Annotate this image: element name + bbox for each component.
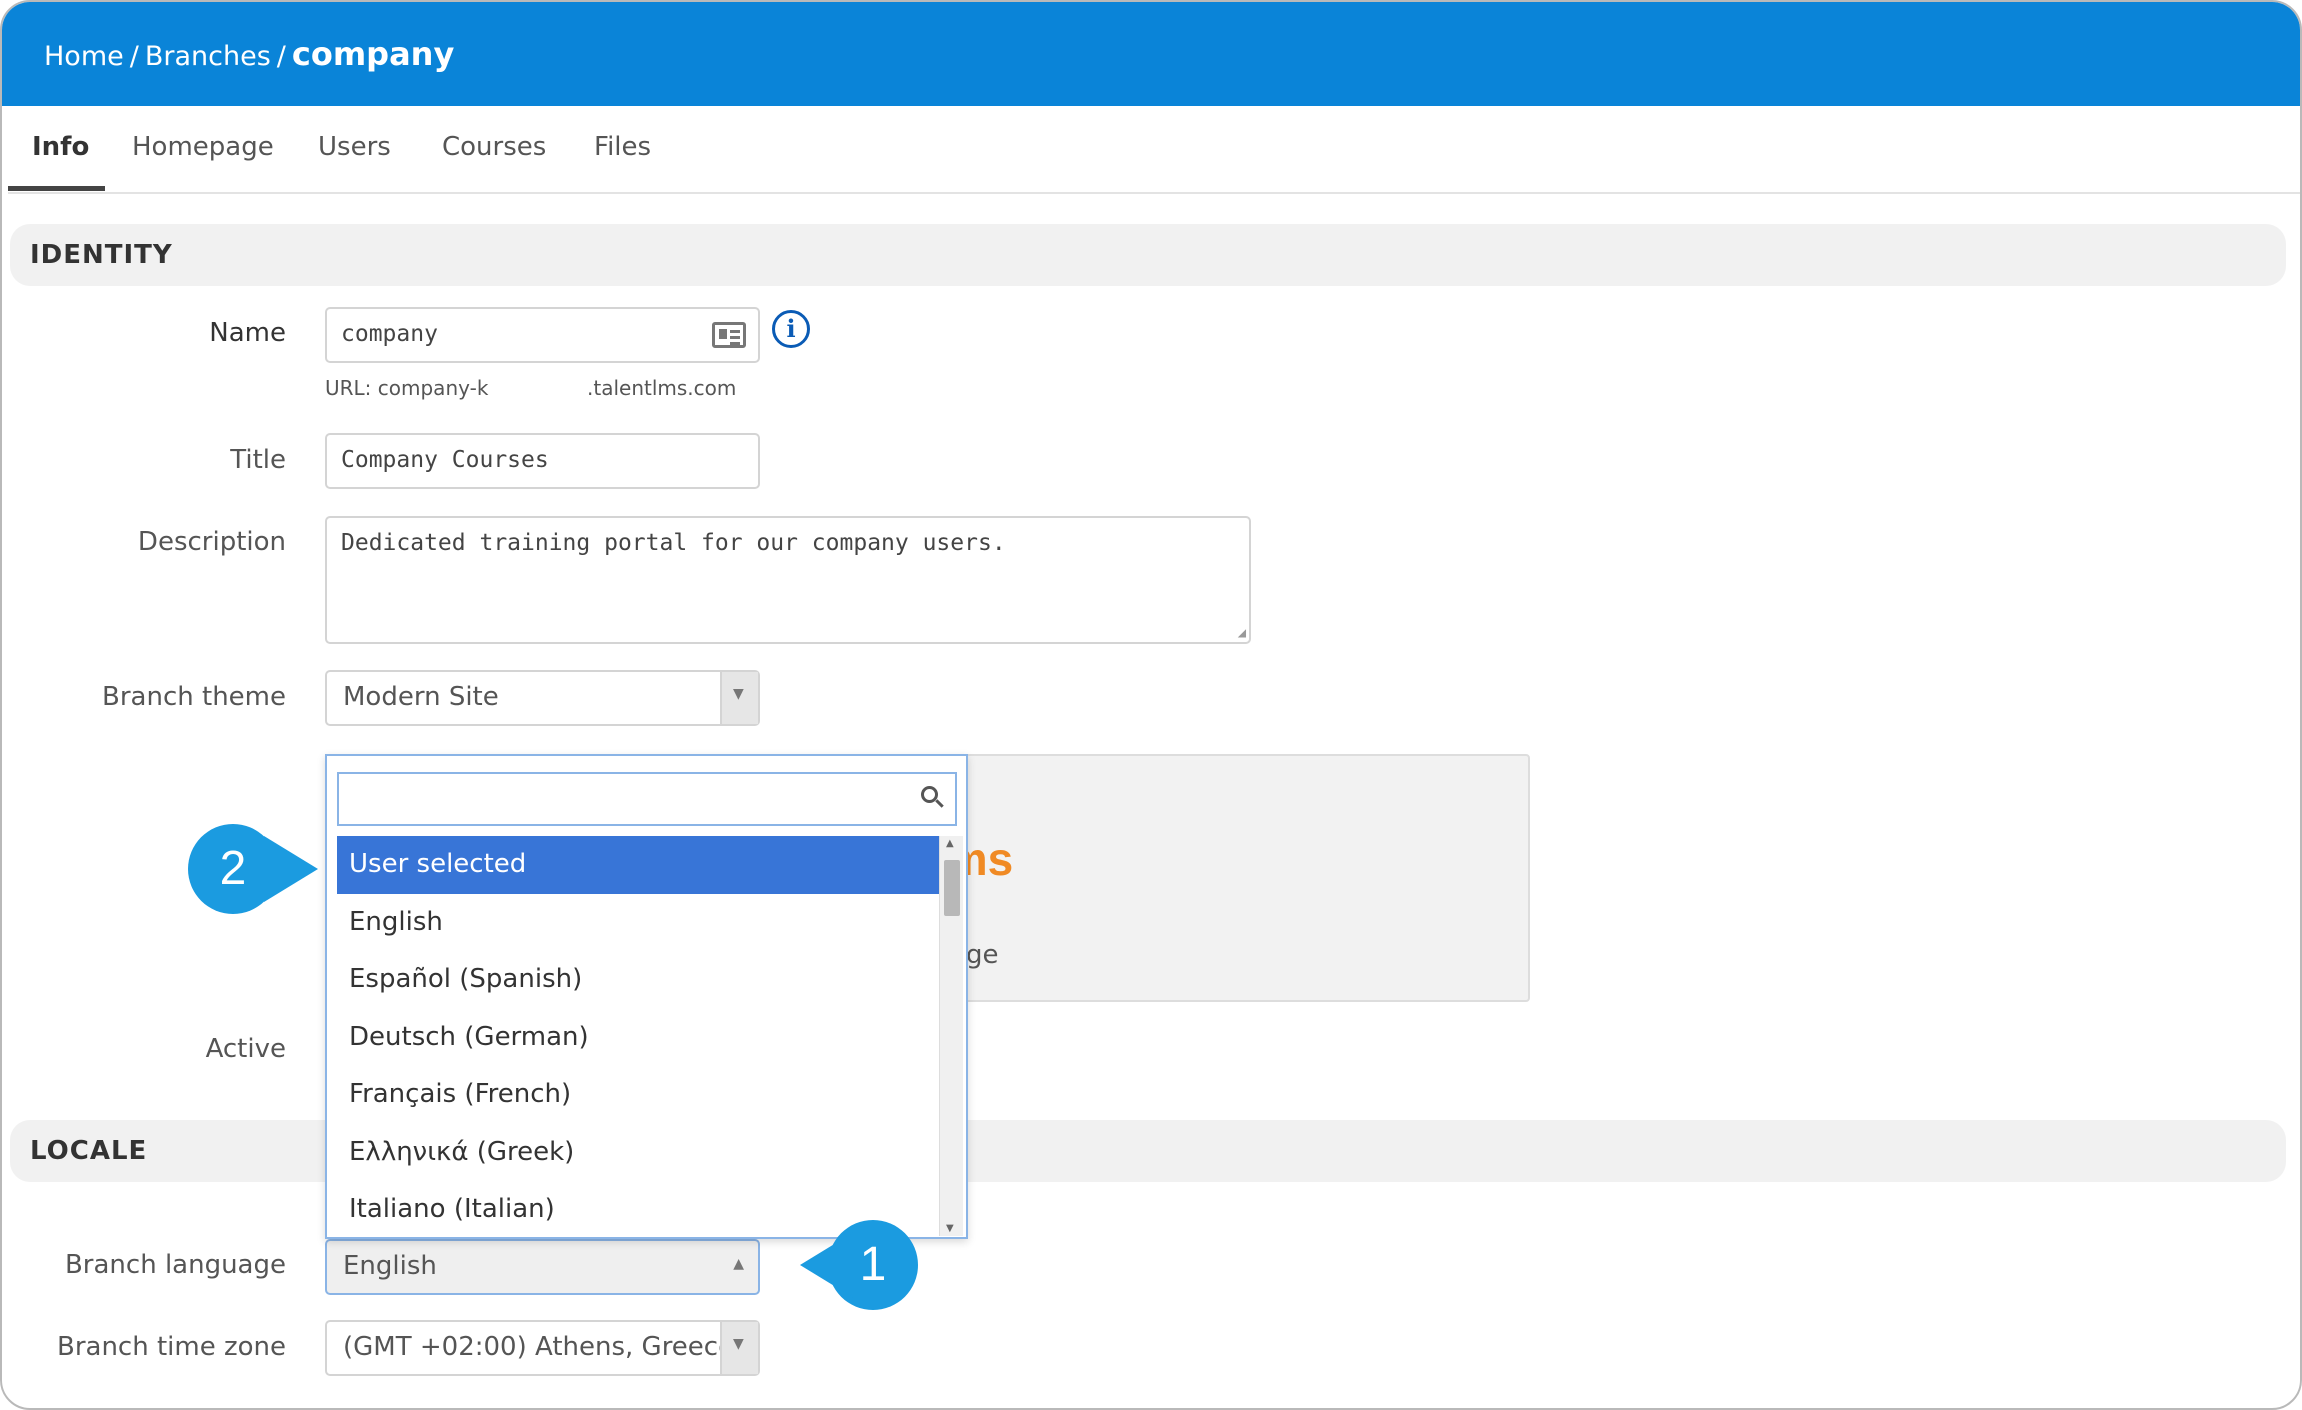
language-option-user-selected[interactable]: User selected [337,836,941,894]
language-dropdown: User selected English Español (Spanish) … [325,754,968,1239]
tab-info[interactable]: Info [32,132,89,194]
top-header: Home / Branches / company [2,2,2300,106]
callout-pointer [264,836,318,902]
tab-homepage[interactable]: Homepage [132,132,274,194]
branch-timezone-select[interactable]: (GMT +02:00) Athens, Greece ▼ [325,1320,760,1376]
scroll-up-icon[interactable]: ▲ [946,838,954,849]
language-option-greek[interactable]: Ελληνικά (Greek) [337,1124,941,1182]
scroll-thumb[interactable] [944,860,960,916]
tab-bar: Info Homepage Users Courses Files [8,106,2300,194]
url-prefix: URL: company-k [325,376,489,400]
language-option-french[interactable]: Français (French) [337,1066,941,1124]
branch-theme-label: Branch theme [102,682,286,712]
description-textarea[interactable]: Dedicated training portal for our compan… [325,516,1251,644]
dropdown-arrow-icon[interactable]: ▼ [720,672,758,724]
preview-caption: ge [966,940,999,970]
info-icon[interactable]: i [772,310,810,348]
branch-theme-value: Modern Site [343,682,499,712]
name-label: Name [209,318,286,348]
branch-timezone-value: (GMT +02:00) Athens, Greece [343,1332,735,1362]
description-label: Description [137,527,286,557]
branch-language-label: Branch language [64,1250,286,1280]
dropdown-arrow-icon[interactable]: ▼ [720,1322,758,1374]
url-suffix: .talentlms.com [587,376,737,400]
theme-preview: lms ge [932,754,1530,1002]
name-input-value: company [341,321,438,347]
app-window: Home / Branches / company Info Homepage User… [0,0,2302,1410]
active-tab-indicator [8,186,105,191]
language-option-german[interactable]: Deutsch (German) [337,1009,941,1067]
breadcrumb-current: company [291,35,455,73]
title-input-value: Company Courses [341,447,549,473]
branch-language-value: English [343,1251,437,1281]
breadcrumb-home-link[interactable]: Home [44,41,124,72]
resize-handle-icon[interactable]: ◢ [1238,625,1246,641]
contact-card-icon[interactable] [712,322,746,348]
section-title: IDENTITY [30,240,173,270]
tab-files[interactable]: Files [594,132,651,194]
name-input[interactable]: company [325,307,760,363]
section-title: LOCALE [30,1136,148,1166]
branch-language-select[interactable]: English ▲ [325,1239,760,1295]
active-label: Active [205,1034,286,1064]
search-icon [921,786,944,808]
identity-section-header: IDENTITY [10,224,2286,286]
language-option-english[interactable]: English [337,894,941,952]
scroll-down-icon[interactable]: ▼ [946,1223,954,1234]
chevron-up-icon[interactable]: ▲ [733,1256,744,1272]
tab-users[interactable]: Users [318,132,391,194]
callout-pointer [800,1232,854,1298]
dropdown-scrollbar[interactable]: ▲ ▼ [939,836,963,1236]
tab-courses[interactable]: Courses [442,132,546,194]
language-search-input[interactable] [337,772,957,826]
branch-timezone-label: Branch time zone [56,1332,286,1362]
language-option-spanish[interactable]: Español (Spanish) [337,951,941,1009]
breadcrumb-branches-link[interactable]: Branches [145,41,271,72]
title-input[interactable]: Company Courses [325,433,760,489]
breadcrumb: Home / Branches / company [44,32,454,79]
title-label: Title [230,445,286,475]
description-value: Dedicated training portal for our compan… [341,530,1006,556]
branch-theme-select[interactable]: Modern Site ▼ [325,670,760,726]
language-option-list: User selected English Español (Spanish) … [337,836,941,1236]
breadcrumb-separator: / [276,41,286,72]
breadcrumb-separator: / [129,41,139,72]
